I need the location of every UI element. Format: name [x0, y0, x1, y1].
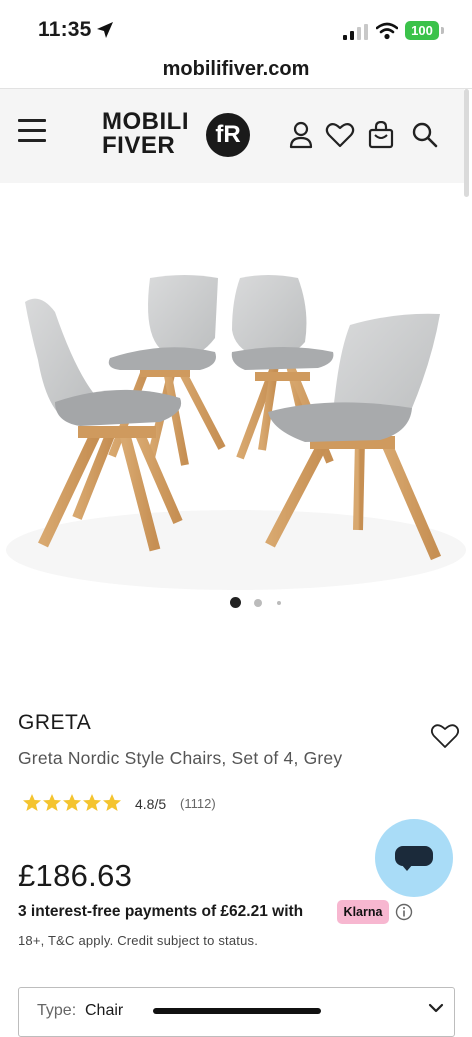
menu-icon[interactable] — [18, 119, 46, 143]
info-icon[interactable] — [395, 903, 413, 921]
site-logo[interactable]: MOBILI FIVER fR — [102, 108, 252, 161]
search-icon[interactable] — [412, 121, 438, 149]
carousel-dot[interactable] — [277, 601, 281, 605]
product-price: £186.63 — [18, 858, 133, 893]
product-title: Greta Nordic Style Chairs, Set of 4, Gre… — [18, 748, 343, 768]
product-brand: GRETA — [18, 711, 92, 734]
type-select-label: Type: — [37, 1002, 77, 1019]
logo-text-bottom: FIVER — [102, 132, 176, 159]
battery-cap — [441, 27, 444, 34]
installments-text: 3 interest-free payments of £62.21 with — [18, 903, 304, 920]
chevron-down-icon — [428, 1003, 444, 1013]
chat-icon-tail — [401, 864, 413, 871]
rating-stars-icon — [23, 794, 121, 811]
rating-value: 4.8/5 — [135, 796, 167, 812]
wishlist-heart-icon[interactable] — [430, 722, 460, 750]
credit-note: 18+, T&C apply. Credit subject to status… — [18, 933, 259, 948]
page-scrollbar[interactable] — [464, 89, 469, 197]
type-select-value: Chair — [85, 1002, 124, 1019]
status-bar: 11:35 100 — [0, 0, 472, 58]
chat-icon — [395, 846, 433, 866]
battery-indicator: 100 — [405, 21, 439, 40]
bag-icon[interactable] — [368, 121, 394, 149]
heart-icon[interactable] — [325, 121, 355, 149]
carousel-dot[interactable] — [254, 599, 262, 607]
chat-button[interactable] — [375, 819, 453, 897]
carousel-dots[interactable] — [0, 596, 472, 610]
url-bar[interactable]: mobilifiver.com — [0, 54, 472, 89]
product-image[interactable] — [0, 230, 472, 600]
logo-text-top: MOBILI — [102, 108, 189, 135]
home-indicator[interactable] — [153, 1008, 321, 1014]
logo-badge: fR — [206, 113, 250, 157]
rating-count: (1112) — [180, 796, 216, 811]
site-header: MOBILI FIVER fR — [0, 89, 464, 183]
carousel-dot-active[interactable] — [230, 597, 241, 608]
klarna-badge[interactable]: Klarna — [337, 900, 389, 924]
wifi-icon — [376, 22, 398, 40]
user-icon[interactable] — [288, 121, 314, 149]
location-arrow-icon — [97, 22, 113, 38]
status-time: 11:35 — [38, 18, 92, 41]
cellular-signal-icon — [343, 24, 368, 40]
